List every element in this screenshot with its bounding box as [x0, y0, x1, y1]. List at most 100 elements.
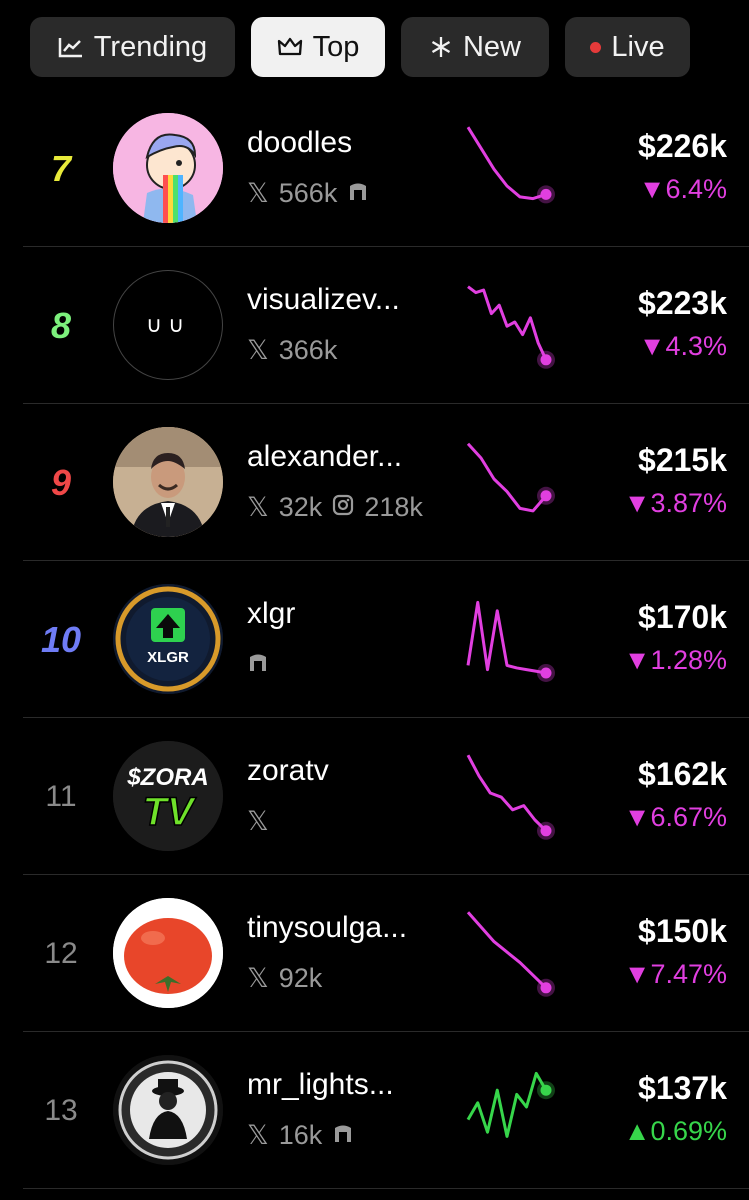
- x-logo-icon: 𝕏: [247, 963, 269, 993]
- sparkline-end-dot: [540, 188, 552, 200]
- sparkline-end-dot: [540, 490, 552, 502]
- sparkline: [466, 1071, 555, 1138]
- x-logo-icon: 𝕏: [247, 492, 269, 522]
- rank-badge: 8: [50, 304, 72, 346]
- vv-logo-icon: ∪∪: [145, 312, 191, 337]
- tab-label: Live: [611, 30, 665, 63]
- avatar: ∪∪: [113, 270, 223, 380]
- gate-icon: [347, 178, 369, 209]
- price-change: ▼4.3%: [638, 331, 727, 361]
- rank-badge: 9: [50, 461, 72, 503]
- triangle-down-icon: ▼: [623, 645, 651, 675]
- x-followers: 32k: [278, 492, 323, 522]
- sparkline-end-dot: [540, 825, 552, 837]
- market-cap: $170k: [638, 599, 727, 635]
- rank-badge: 7: [50, 147, 72, 189]
- creator-name: visualizev...: [247, 283, 400, 316]
- tab-live[interactable]: Live: [565, 17, 690, 77]
- gate-icon: [247, 649, 269, 680]
- tab-label: Trending: [93, 30, 208, 63]
- tab-label: New: [462, 30, 521, 63]
- avatar: $ZORA TV: [113, 741, 223, 851]
- triangle-down-icon: ▼: [623, 802, 651, 832]
- price-change: ▲0.69%: [623, 1116, 727, 1146]
- tab-label: Top: [312, 30, 360, 63]
- creator-name: alexander...: [247, 440, 403, 473]
- sparkline: [466, 126, 555, 204]
- x-logo-icon: 𝕏: [247, 335, 269, 365]
- sparkline-end-dot: [540, 1084, 552, 1096]
- market-cap: $226k: [638, 128, 727, 164]
- creator-name: xlgr: [247, 597, 296, 630]
- price-change: ▼3.87%: [623, 488, 727, 518]
- tab-trending[interactable]: Trending: [30, 17, 235, 77]
- tab-bar: Trending Top New Live: [30, 17, 690, 77]
- rank-label: 11: [45, 779, 77, 813]
- creator-name: mr_lights...: [247, 1068, 394, 1101]
- creator-meta: 𝕏 366k: [247, 335, 337, 366]
- creator-name: tinysoulga...: [247, 911, 408, 944]
- sparkline-end-dot: [540, 354, 552, 366]
- sparkline-path: [466, 911, 548, 989]
- x-followers: 16k: [278, 1120, 323, 1150]
- market-cap: $150k: [638, 913, 727, 949]
- market-cap: $215k: [638, 442, 727, 478]
- price-change: ▼6.4%: [638, 174, 727, 204]
- price-change: ▼7.47%: [623, 959, 727, 989]
- list-item[interactable]: 11 $ZORA TV zoratv 𝕏 $162k ▼6.67%: [23, 718, 749, 875]
- creator-meta: 𝕏: [247, 806, 269, 837]
- triangle-up-icon: ▲: [623, 1116, 651, 1146]
- list-item[interactable]: 12 tinysoulga... 𝕏 92k $150k ▼7.47%: [23, 875, 749, 1032]
- svg-text:XLGR: XLGR: [147, 649, 189, 666]
- creator-meta: 𝕏 566k: [247, 178, 369, 209]
- triangle-down-icon: ▼: [638, 331, 666, 361]
- market-cap: $137k: [638, 1070, 727, 1106]
- list-item[interactable]: 13 mr_lights... 𝕏 16k $137k ▲0.69%: [23, 1032, 749, 1189]
- avatar: [113, 427, 223, 537]
- rank-label: 13: [44, 1093, 78, 1127]
- list-item[interactable]: 10 XLGR xlgr $170k ▼1.28%: [23, 561, 749, 718]
- triangle-down-icon: ▼: [638, 174, 666, 204]
- sparkline-end-dot: [540, 667, 552, 679]
- tab-top[interactable]: Top: [251, 17, 385, 77]
- market-cap: $223k: [638, 285, 727, 321]
- x-followers: 366k: [278, 335, 338, 365]
- rank-badge: 10: [40, 618, 82, 660]
- sparkline: [466, 754, 555, 840]
- sparkline-path: [466, 126, 547, 201]
- live-dot-icon: [590, 41, 602, 53]
- avatar: [113, 113, 223, 223]
- sparkline: [467, 285, 555, 369]
- creator-meta: 𝕏 16k: [247, 1120, 354, 1151]
- triangle-down-icon: ▼: [623, 959, 651, 989]
- svg-text:$ZORA: $ZORA: [126, 764, 208, 791]
- list-item[interactable]: 9 alexander... 𝕏 32k 218k $215k ▼3.87%: [23, 404, 749, 561]
- sparkline-end-dot: [540, 982, 552, 994]
- avatar: [113, 1055, 223, 1165]
- price-change: ▼6.67%: [623, 802, 727, 832]
- sparkline: [466, 911, 555, 997]
- rank-label: 12: [44, 936, 78, 970]
- chart-line-icon: [58, 36, 84, 58]
- sparkline-path: [466, 442, 548, 513]
- list-item[interactable]: 7 doodles 𝕏 566k $226k ▼6.4%: [23, 90, 749, 247]
- tab-new[interactable]: New: [401, 17, 549, 77]
- sparkline-path: [466, 600, 547, 675]
- creator-meta: 𝕏 32k 218k: [247, 492, 423, 523]
- sparkline: [466, 600, 555, 682]
- list-item[interactable]: 8 ∪∪ visualizev... 𝕏 366k $223k ▼4.3%: [23, 247, 749, 404]
- sparkline-path: [467, 285, 548, 361]
- market-cap: $162k: [638, 756, 727, 792]
- avatar: [113, 898, 223, 1008]
- sparkline-path: [466, 754, 548, 832]
- x-logo-icon: 𝕏: [247, 806, 269, 836]
- instagram-icon: [332, 492, 354, 523]
- price-change: ▼1.28%: [623, 645, 727, 675]
- creator-meta: 𝕏 92k: [247, 963, 322, 994]
- creator-meta: [247, 649, 269, 680]
- asterisk-icon: [429, 35, 453, 59]
- sparkline-path: [466, 1071, 548, 1138]
- triangle-down-icon: ▼: [623, 488, 651, 518]
- avatar: XLGR: [113, 584, 223, 694]
- svg-text:TV: TV: [142, 790, 196, 834]
